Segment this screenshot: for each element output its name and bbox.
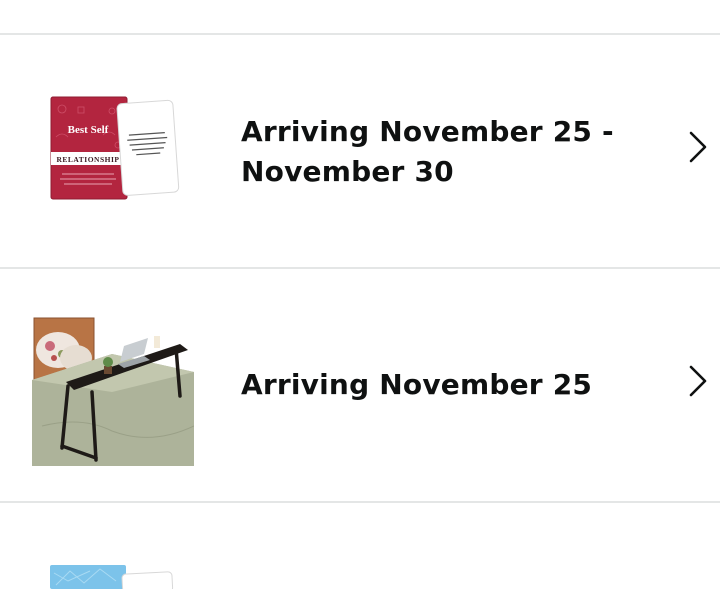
order-row[interactable]: Arriving November 25	[0, 269, 720, 501]
delivery-status-line-1: Arriving November 25 -	[241, 115, 614, 148]
order-row[interactable]: Best Self RELATIONSHIP Arriving November…	[0, 35, 720, 267]
brand-text: Best Self	[68, 124, 109, 136]
product-thumbnail	[50, 565, 174, 589]
delivery-status: Arriving November 25	[241, 368, 593, 401]
delivery-status: Arriving November 25 - November 30	[241, 112, 641, 192]
product-title-text: RELATIONSHIP	[57, 155, 120, 164]
product-thumbnail: Best Self RELATIONSHIP	[50, 96, 180, 200]
chevron-right-icon[interactable]	[686, 364, 710, 398]
delivery-status-line-2: November 30	[241, 155, 454, 188]
chevron-right-icon[interactable]	[686, 130, 710, 164]
product-thumbnail	[32, 316, 194, 466]
order-row[interactable]	[0, 503, 720, 589]
